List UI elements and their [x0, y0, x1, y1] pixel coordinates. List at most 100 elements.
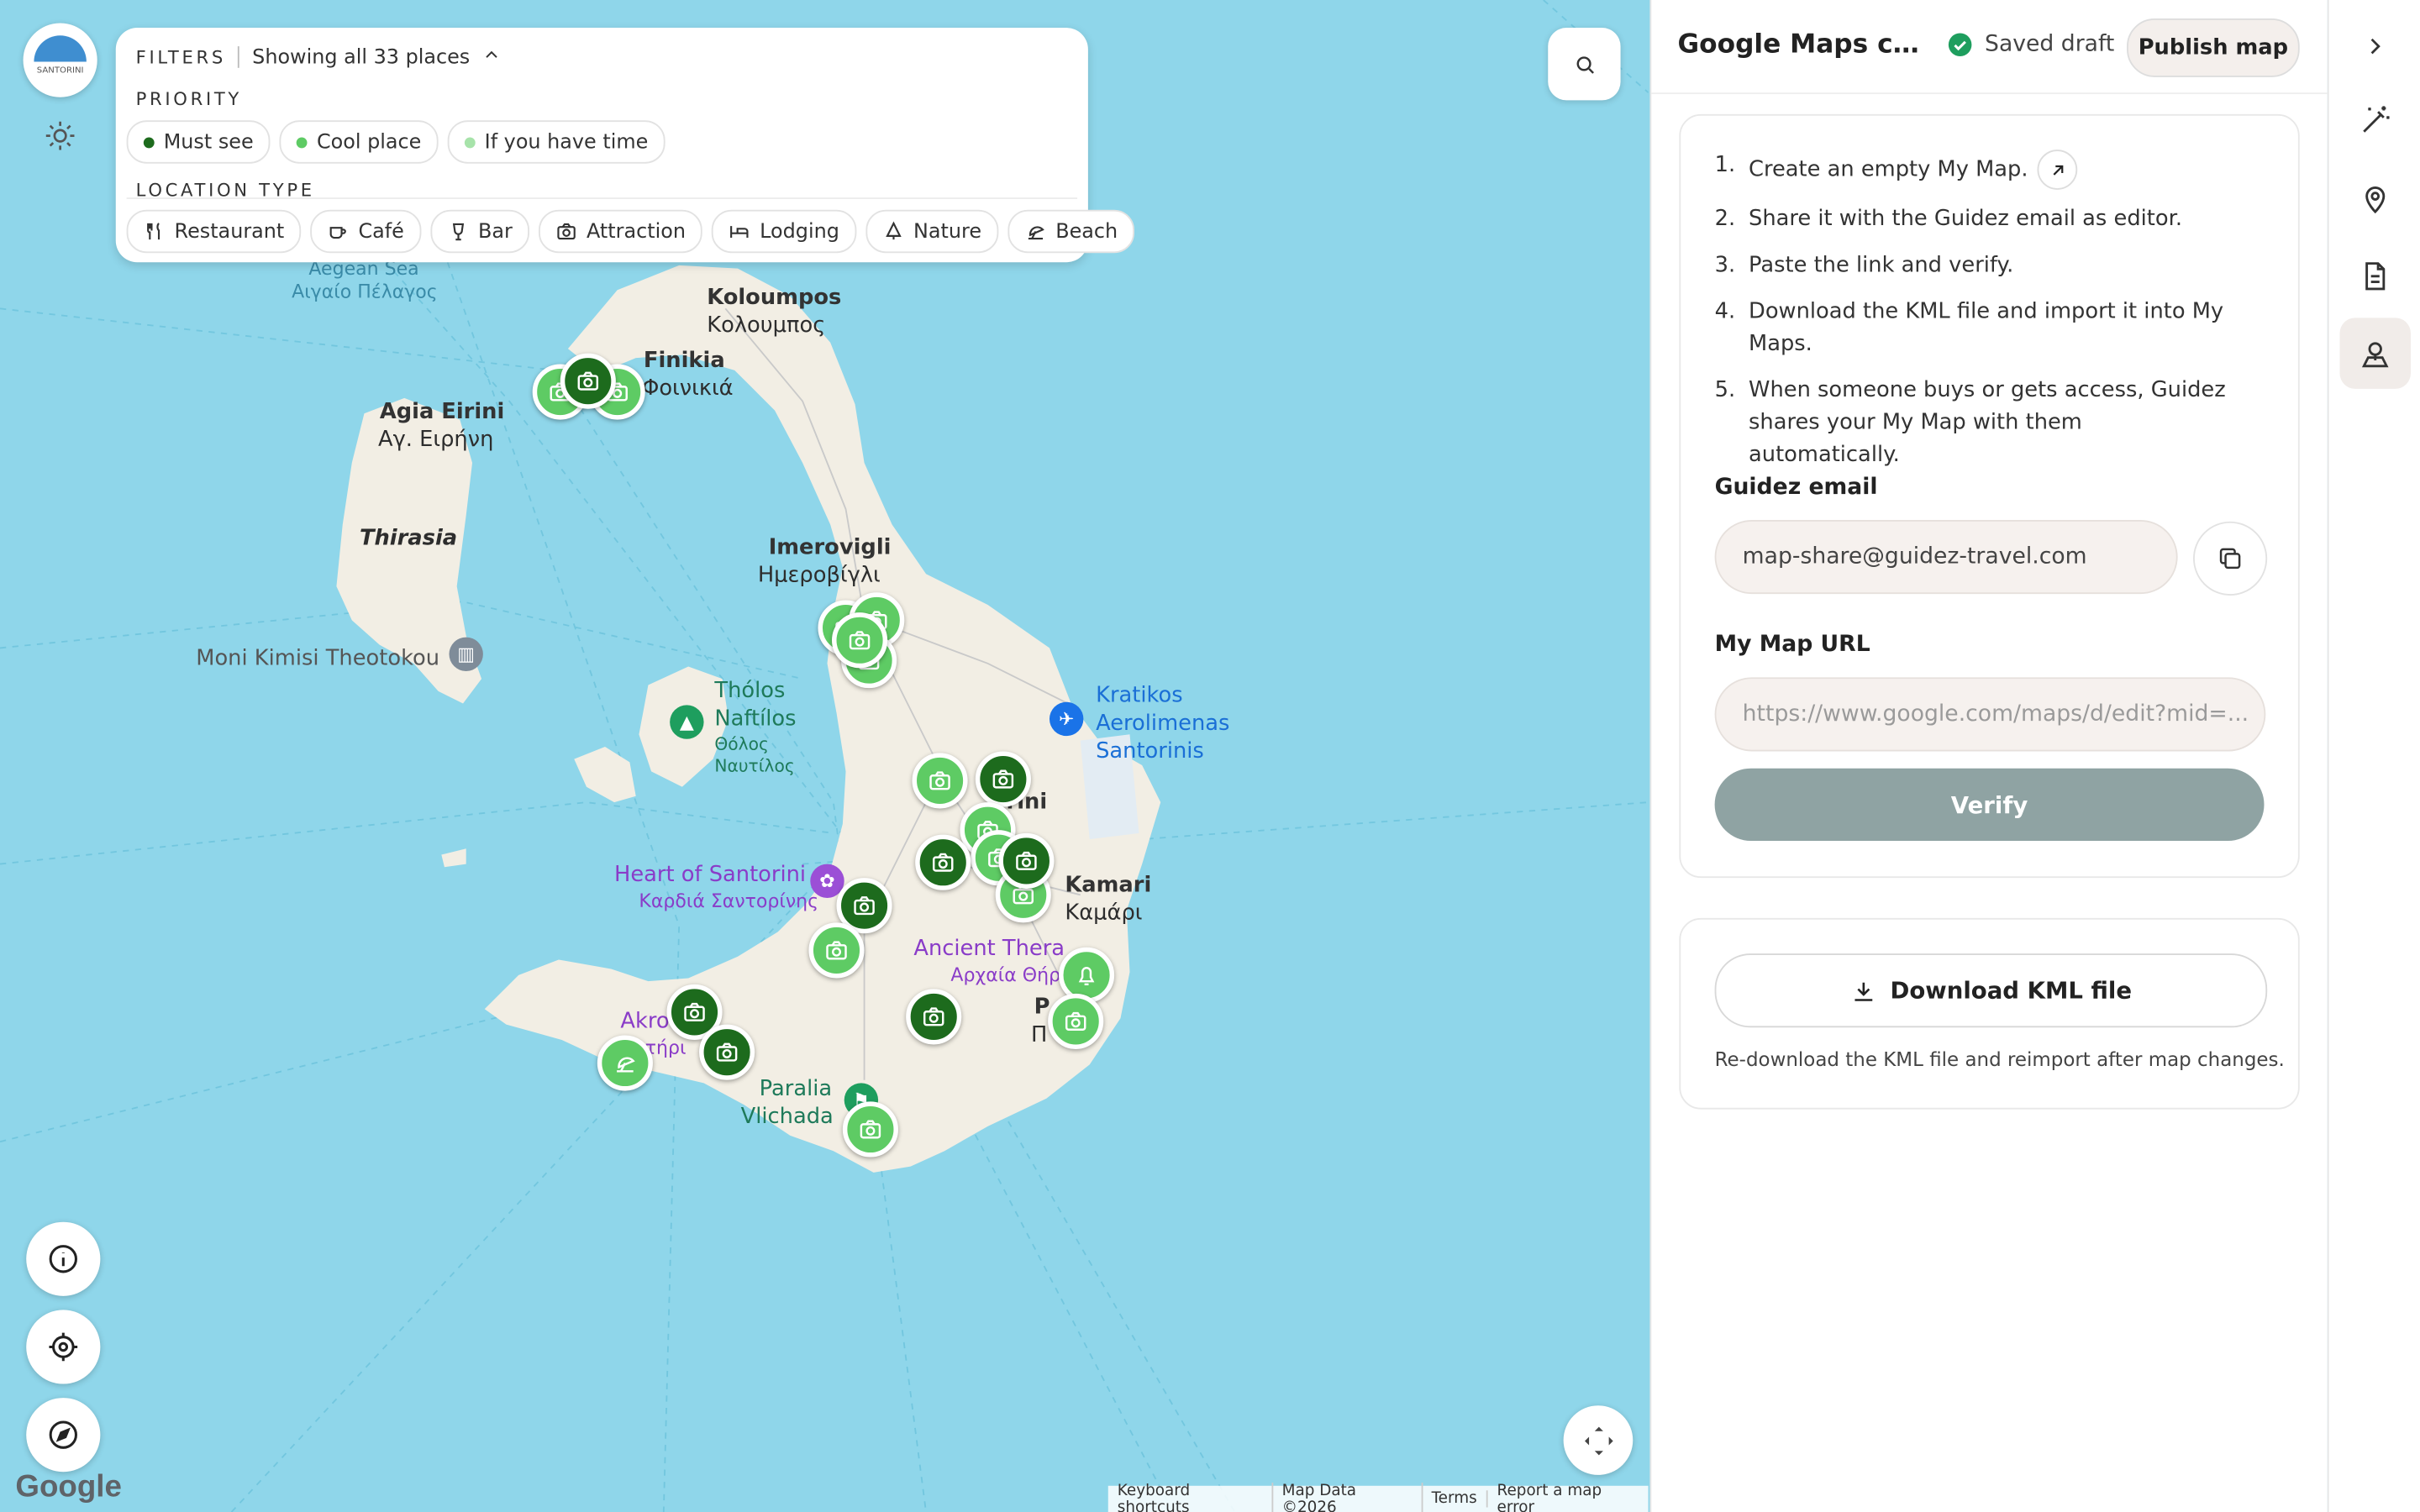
- download-kml-label: Download KML file: [1890, 976, 2133, 1005]
- search-icon: [1576, 55, 1594, 73]
- step-number: 4.: [1714, 299, 1736, 324]
- step-number: 3.: [1714, 253, 1736, 278]
- publish-map-button[interactable]: Publish map: [2127, 18, 2300, 77]
- guide-logo[interactable]: SANTORINI: [23, 23, 97, 97]
- rail-document-button[interactable]: [2339, 241, 2410, 312]
- type-chip-bar[interactable]: Bar: [430, 209, 530, 254]
- copy-email-button[interactable]: [2193, 521, 2268, 596]
- download-note: Re-download the KML file and reimport af…: [1714, 1047, 2285, 1071]
- arrow-up-right-icon: [2052, 164, 2063, 175]
- map-label-ancient-gr: Αρχαία Θήρα: [950, 963, 1073, 986]
- rail-places-button[interactable]: [2339, 164, 2410, 234]
- chip-label: Attraction: [587, 219, 686, 244]
- priority-chip-cool-place[interactable]: Cool place: [279, 120, 439, 164]
- rail-magic-button[interactable]: [2339, 85, 2410, 155]
- map-canvas[interactable]: Aegean Sea Αιγαίο Πέλαγος Koloumpos Κολο…: [0, 0, 1649, 1512]
- my-map-url-label: My Map URL: [1714, 633, 1870, 658]
- filters-title: FILTERS: [135, 46, 226, 68]
- save-status-label: Saved draft: [1985, 32, 2115, 57]
- bed-icon: [730, 226, 749, 239]
- map-label-tholos-en2: Naftílos: [714, 706, 797, 732]
- type-chip-nature[interactable]: Nature: [865, 209, 999, 254]
- verify-button[interactable]: Verify: [1714, 768, 2265, 842]
- place-pin-attraction[interactable]: [998, 832, 1055, 889]
- place-pin-attraction[interactable]: [1048, 993, 1104, 1049]
- map-label-finikia-gr: Φοινικιά: [642, 376, 734, 402]
- keyboard-shortcuts-link[interactable]: Keyboard shortcuts: [1108, 1482, 1273, 1512]
- filters-header[interactable]: FILTERS Showing all 33 places: [136, 45, 502, 69]
- priority-chip-if-you-have-time[interactable]: If you have time: [447, 120, 666, 164]
- camera-icon: [557, 223, 576, 240]
- filters-panel: FILTERS Showing all 33 places PRIORITY M…: [115, 28, 1135, 263]
- map-label-tholos-gr2: Ναυτίλος: [714, 756, 795, 776]
- type-chip-restaurant[interactable]: Restaurant: [126, 209, 302, 254]
- map-label-kamari-en: Kamari: [1065, 873, 1152, 898]
- chip-label: Nature: [913, 219, 982, 244]
- map-label-tholos-en1: Thólos: [714, 679, 786, 704]
- connect-card: 1. Create an empty My Map. 2. Share it wit…: [1679, 113, 2300, 879]
- info-button[interactable]: [26, 1221, 101, 1296]
- step-text: When someone buys or gets access, Guidez…: [1749, 378, 2226, 468]
- type-chip-beach[interactable]: Beach: [1007, 209, 1135, 254]
- map-search-button[interactable]: [1548, 28, 1621, 101]
- place-pin-attraction[interactable]: [699, 1024, 755, 1080]
- nature-poi-icon[interactable]: ▲: [670, 705, 704, 739]
- chevron-right-icon: [2370, 38, 2381, 55]
- type-chip-attraction[interactable]: Attraction: [539, 209, 703, 254]
- my-location-button[interactable]: [26, 1310, 101, 1384]
- collapse-panel-button[interactable]: [2339, 11, 2410, 81]
- step-item: 5. When someone buys or gets access, Guid…: [1715, 375, 2239, 472]
- type-chip-cafe[interactable]: Café: [310, 209, 422, 254]
- map-label-koloumpos-en: Koloumpos: [707, 285, 842, 311]
- compass-button[interactable]: [26, 1398, 101, 1473]
- must-see-dot-icon: [143, 136, 155, 148]
- map-label-kratikos-2: Aerolimenas: [1096, 711, 1230, 737]
- place-pin-attraction[interactable]: [560, 353, 616, 409]
- open-my-maps-button[interactable]: [2037, 150, 2078, 190]
- place-pin-attraction[interactable]: [808, 922, 865, 979]
- place-pin-attraction[interactable]: [912, 753, 968, 809]
- map-data-text: Map Data ©2026: [1273, 1482, 1423, 1512]
- cool-place-dot-icon: [297, 136, 308, 148]
- chevron-up-icon[interactable]: [482, 45, 502, 69]
- check-circle-icon: [1948, 33, 1972, 57]
- step-item: 2. Share it with the Guidez email as edit…: [1715, 203, 2239, 236]
- place-pin-attraction[interactable]: [906, 989, 962, 1045]
- map-label-akro-en: Akro: [620, 1009, 670, 1034]
- airport-poi-icon[interactable]: ✈: [1049, 701, 1084, 737]
- map-label-heart-en: Heart of Santorini: [614, 862, 807, 888]
- map-label-imerovigli-gr: Ημεροβίγλι: [757, 563, 881, 588]
- theme-toggle-sun-icon[interactable]: [43, 118, 76, 152]
- chip-label: Bar: [478, 219, 513, 244]
- type-chip-lodging[interactable]: Lodging: [712, 209, 857, 254]
- copy-icon: [2219, 548, 2241, 570]
- monastery-poi-icon[interactable]: ▥: [449, 637, 483, 671]
- map-label-agia-eirini-en: Agia Eirini: [379, 399, 505, 425]
- terms-link[interactable]: Terms: [1423, 1490, 1488, 1508]
- priority-chip-must-see[interactable]: Must see: [126, 120, 271, 164]
- rail-google-maps-button[interactable]: [2339, 318, 2411, 389]
- step-number: 2.: [1714, 207, 1736, 232]
- download-kml-button[interactable]: Download KML file: [1714, 953, 2268, 1028]
- guidez-email-field[interactable]: map-share@guidez-travel.com: [1714, 519, 2178, 595]
- place-pin-attraction[interactable]: [842, 1101, 898, 1158]
- download-card: Download KML file Re-download the KML fi…: [1679, 917, 2300, 1110]
- panel-title: Google Maps con...: [1677, 29, 1928, 60]
- map-label-moni: Moni Kimisi Theotokou: [196, 646, 440, 671]
- place-pin-beach[interactable]: [597, 1035, 653, 1091]
- map-label-aegean-gr: Αιγαίο Πέλαγος: [292, 281, 438, 303]
- map-person-icon: [2361, 342, 2389, 368]
- map-label-finikia-en: Finikia: [643, 349, 725, 374]
- my-map-url-input[interactable]: https://www.google.com/maps/d/edit?mid=.…: [1714, 677, 2266, 752]
- download-icon: [1854, 981, 1872, 1000]
- umbrella-icon: [1028, 226, 1044, 240]
- report-map-error-link[interactable]: Report a map error: [1488, 1482, 1649, 1512]
- place-pin-attraction[interactable]: [832, 612, 888, 669]
- fullscreen-button[interactable]: [1563, 1405, 1634, 1475]
- guidez-email-label: Guidez email: [1714, 475, 1878, 501]
- place-pin-attraction[interactable]: [915, 834, 971, 890]
- step-item: 4. Download the KML file and import it in…: [1715, 297, 2239, 361]
- map-label-paralia-1: Paralia: [759, 1077, 833, 1102]
- filters-separator: [238, 46, 240, 68]
- place-pin-attraction[interactable]: [975, 751, 1031, 807]
